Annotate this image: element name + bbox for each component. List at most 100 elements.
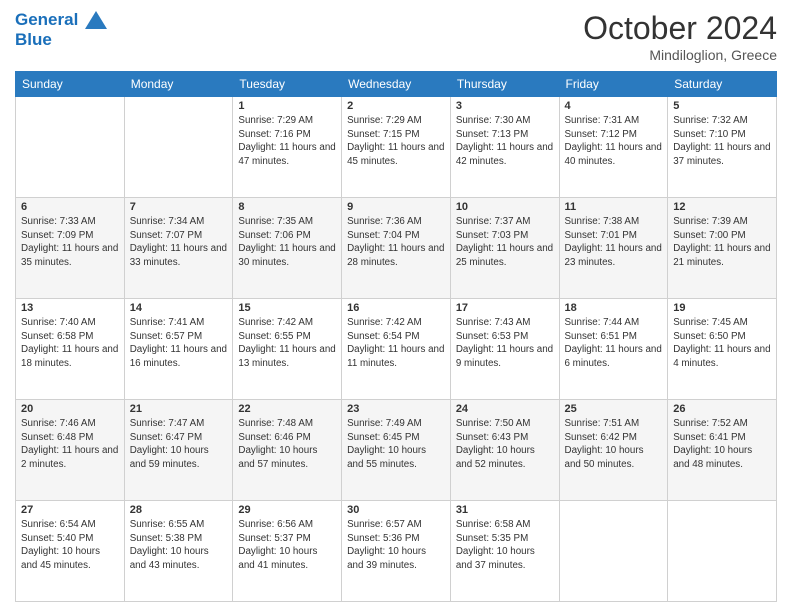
day-info: Sunrise: 7:48 AM Sunset: 6:46 PM Dayligh… xyxy=(238,417,336,472)
day-number: 3 xyxy=(456,100,554,112)
title-area: October 2024 Mindiloglion, Greece xyxy=(583,10,777,63)
week-row-1: 1 Sunrise: 7:29 AM Sunset: 7:16 PM Daylig… xyxy=(16,97,777,198)
day-cell: 25Sunrise: 7:51 AM Sunset: 6:42 PM Dayli… xyxy=(559,400,668,501)
week-row-4: 20Sunrise: 7:46 AM Sunset: 6:48 PM Dayli… xyxy=(16,400,777,501)
day-info: Sunrise: 7:45 AM Sunset: 6:50 PM Dayligh… xyxy=(673,316,771,371)
day-cell: 24 Sunrise: 7:50 AM Sunset: 6:43 PM Dayli… xyxy=(450,400,559,501)
day-info: Sunrise: 7:51 AM Sunset: 6:42 PM Dayligh… xyxy=(565,417,663,472)
day-cell: 26 Sunrise: 7:52 AM Sunset: 6:41 PM Dayli… xyxy=(668,400,777,501)
day-cell: 21Sunrise: 7:47 AM Sunset: 6:47 PM Dayli… xyxy=(124,400,233,501)
calendar-body: 1 Sunrise: 7:29 AM Sunset: 7:16 PM Daylig… xyxy=(16,97,777,602)
day-info: Sunrise: 7:37 AM Sunset: 7:03 PM Dayligh… xyxy=(456,215,554,270)
day-cell xyxy=(16,97,125,198)
day-cell: 11 Sunrise: 7:38 AM Sunset: 7:01 PM Dayli… xyxy=(559,198,668,299)
day-cell: 3 Sunrise: 7:30 AM Sunset: 7:13 PM Daylig… xyxy=(450,97,559,198)
day-info: Sunrise: 7:39 AM Sunset: 7:00 PM Dayligh… xyxy=(673,215,771,270)
day-cell: 5Sunrise: 7:32 AM Sunset: 7:10 PM Daylig… xyxy=(668,97,777,198)
day-info: Sunrise: 7:52 AM Sunset: 6:41 PM Dayligh… xyxy=(673,417,771,472)
day-number: 16 xyxy=(347,302,445,314)
day-info: Sunrise: 6:55 AM Sunset: 5:38 PM Dayligh… xyxy=(130,518,228,573)
day-number: 11 xyxy=(565,201,663,213)
day-info: Sunrise: 7:30 AM Sunset: 7:13 PM Dayligh… xyxy=(456,114,554,169)
day-info: Sunrise: 7:41 AM Sunset: 6:57 PM Dayligh… xyxy=(130,316,228,371)
day-cell: 30Sunrise: 6:57 AM Sunset: 5:36 PM Dayli… xyxy=(342,501,451,602)
logo-line2: Blue xyxy=(15,31,107,48)
weekday-row: SundayMondayTuesdayWednesdayThursdayFrid… xyxy=(16,72,777,97)
logo-text: General xyxy=(15,10,107,31)
day-info: Sunrise: 7:44 AM Sunset: 6:51 PM Dayligh… xyxy=(565,316,663,371)
day-number: 30 xyxy=(347,504,445,516)
day-number: 19 xyxy=(673,302,771,314)
day-cell: 18 Sunrise: 7:44 AM Sunset: 6:51 PM Dayli… xyxy=(559,299,668,400)
day-cell: 31 Sunrise: 6:58 AM Sunset: 5:35 PM Dayli… xyxy=(450,501,559,602)
day-number: 31 xyxy=(456,504,554,516)
day-number: 10 xyxy=(456,201,554,213)
location: Mindiloglion, Greece xyxy=(583,47,777,63)
day-cell: 12Sunrise: 7:39 AM Sunset: 7:00 PM Dayli… xyxy=(668,198,777,299)
day-cell: 20Sunrise: 7:46 AM Sunset: 6:48 PM Dayli… xyxy=(16,400,125,501)
day-cell: 14Sunrise: 7:41 AM Sunset: 6:57 PM Dayli… xyxy=(124,299,233,400)
day-info: Sunrise: 7:35 AM Sunset: 7:06 PM Dayligh… xyxy=(238,215,336,270)
day-number: 29 xyxy=(238,504,336,516)
day-number: 18 xyxy=(565,302,663,314)
day-number: 9 xyxy=(347,201,445,213)
day-number: 28 xyxy=(130,504,228,516)
weekday-header-monday: Monday xyxy=(124,72,233,97)
weekday-header-wednesday: Wednesday xyxy=(342,72,451,97)
page: General Blue October 2024 Mindiloglion, … xyxy=(0,0,792,612)
day-cell xyxy=(668,501,777,602)
day-cell: 22 Sunrise: 7:48 AM Sunset: 6:46 PM Dayli… xyxy=(233,400,342,501)
day-cell: 9 Sunrise: 7:36 AM Sunset: 7:04 PM Daylig… xyxy=(342,198,451,299)
day-info: Sunrise: 7:31 AM Sunset: 7:12 PM Dayligh… xyxy=(565,114,663,169)
day-info: Sunrise: 7:32 AM Sunset: 7:10 PM Dayligh… xyxy=(673,114,771,169)
logo-area: General Blue xyxy=(15,10,107,48)
day-cell: 19 Sunrise: 7:45 AM Sunset: 6:50 PM Dayli… xyxy=(668,299,777,400)
day-info: Sunrise: 7:50 AM Sunset: 6:43 PM Dayligh… xyxy=(456,417,554,472)
day-cell: 10 Sunrise: 7:37 AM Sunset: 7:03 PM Dayli… xyxy=(450,198,559,299)
day-number: 6 xyxy=(21,201,119,213)
logo-icon xyxy=(85,11,107,29)
day-info: Sunrise: 7:29 AM Sunset: 7:16 PM Dayligh… xyxy=(238,114,336,169)
week-row-5: 27Sunrise: 6:54 AM Sunset: 5:40 PM Dayli… xyxy=(16,501,777,602)
day-info: Sunrise: 6:58 AM Sunset: 5:35 PM Dayligh… xyxy=(456,518,554,573)
month-title: October 2024 xyxy=(583,10,777,47)
day-info: Sunrise: 7:40 AM Sunset: 6:58 PM Dayligh… xyxy=(21,316,119,371)
day-number: 15 xyxy=(238,302,336,314)
day-info: Sunrise: 6:56 AM Sunset: 5:37 PM Dayligh… xyxy=(238,518,336,573)
day-cell: 8 Sunrise: 7:35 AM Sunset: 7:06 PM Daylig… xyxy=(233,198,342,299)
day-cell: 17Sunrise: 7:43 AM Sunset: 6:53 PM Dayli… xyxy=(450,299,559,400)
day-info: Sunrise: 7:33 AM Sunset: 7:09 PM Dayligh… xyxy=(21,215,119,270)
day-info: Sunrise: 7:49 AM Sunset: 6:45 PM Dayligh… xyxy=(347,417,445,472)
day-number: 24 xyxy=(456,403,554,415)
day-number: 22 xyxy=(238,403,336,415)
day-info: Sunrise: 6:54 AM Sunset: 5:40 PM Dayligh… xyxy=(21,518,119,573)
day-number: 13 xyxy=(21,302,119,314)
day-cell: 6 Sunrise: 7:33 AM Sunset: 7:09 PM Daylig… xyxy=(16,198,125,299)
day-cell: 13 Sunrise: 7:40 AM Sunset: 6:58 PM Dayli… xyxy=(16,299,125,400)
calendar-header: SundayMondayTuesdayWednesdayThursdayFrid… xyxy=(16,72,777,97)
day-number: 2 xyxy=(347,100,445,112)
week-row-3: 13 Sunrise: 7:40 AM Sunset: 6:58 PM Dayli… xyxy=(16,299,777,400)
day-info: Sunrise: 7:38 AM Sunset: 7:01 PM Dayligh… xyxy=(565,215,663,270)
weekday-header-sunday: Sunday xyxy=(16,72,125,97)
day-number: 26 xyxy=(673,403,771,415)
week-row-2: 6 Sunrise: 7:33 AM Sunset: 7:09 PM Daylig… xyxy=(16,198,777,299)
day-cell: 28 Sunrise: 6:55 AM Sunset: 5:38 PM Dayli… xyxy=(124,501,233,602)
day-info: Sunrise: 7:42 AM Sunset: 6:55 PM Dayligh… xyxy=(238,316,336,371)
day-cell: 23 Sunrise: 7:49 AM Sunset: 6:45 PM Dayli… xyxy=(342,400,451,501)
day-number: 23 xyxy=(347,403,445,415)
day-number: 4 xyxy=(565,100,663,112)
day-number: 8 xyxy=(238,201,336,213)
weekday-header-tuesday: Tuesday xyxy=(233,72,342,97)
day-number: 20 xyxy=(21,403,119,415)
day-info: Sunrise: 7:42 AM Sunset: 6:54 PM Dayligh… xyxy=(347,316,445,371)
day-info: Sunrise: 7:34 AM Sunset: 7:07 PM Dayligh… xyxy=(130,215,228,270)
day-cell xyxy=(124,97,233,198)
day-info: Sunrise: 7:36 AM Sunset: 7:04 PM Dayligh… xyxy=(347,215,445,270)
day-info: Sunrise: 7:29 AM Sunset: 7:15 PM Dayligh… xyxy=(347,114,445,169)
weekday-header-thursday: Thursday xyxy=(450,72,559,97)
weekday-header-saturday: Saturday xyxy=(668,72,777,97)
day-cell: 15 Sunrise: 7:42 AM Sunset: 6:55 PM Dayli… xyxy=(233,299,342,400)
day-info: Sunrise: 7:43 AM Sunset: 6:53 PM Dayligh… xyxy=(456,316,554,371)
day-number: 1 xyxy=(238,100,336,112)
